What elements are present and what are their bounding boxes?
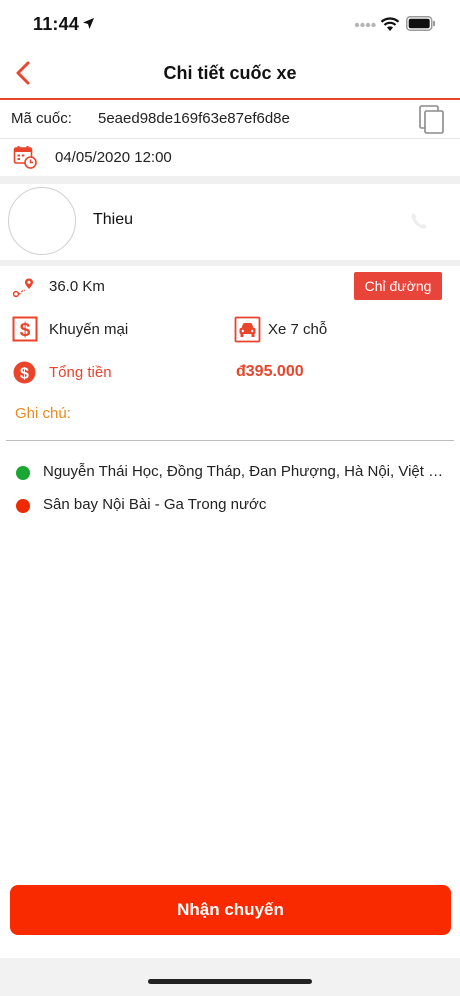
- car-icon: [234, 316, 261, 343]
- location-arrow-icon: [83, 18, 94, 29]
- ride-code-row: Mã cuốc: 5eaed98de169f63e87ef6d8e: [0, 104, 460, 138]
- battery-icon: [406, 16, 435, 31]
- row-divider: [0, 138, 460, 139]
- status-time: 11:44: [33, 14, 80, 34]
- calendar-clock-icon: [13, 146, 37, 169]
- accept-ride-button[interactable]: Nhận chuyến: [10, 885, 451, 935]
- pickup-address-row: Nguyễn Thái Học, Đồng Tháp, Đan Phượng, …: [0, 458, 460, 486]
- coin-icon: $: [13, 361, 36, 384]
- customer-name: Thieu: [93, 211, 134, 228]
- wifi-icon: [380, 17, 400, 31]
- vehicle-type: Xe 7 chỗ: [268, 321, 328, 338]
- signal-dots-icon: [354, 22, 376, 28]
- page-title: Chi tiết cuốc xe: [163, 63, 297, 83]
- status-bar: 11:44: [0, 0, 460, 48]
- section-divider: [6, 440, 454, 441]
- section-gap: [0, 176, 460, 184]
- section-gap: [0, 260, 460, 266]
- total-label: Tổng tiền: [49, 364, 112, 381]
- customer-row: Thieu: [0, 184, 460, 258]
- header-divider: [0, 98, 460, 100]
- pickup-dot-icon: [16, 466, 30, 480]
- promo-vehicle-row: $ Khuyến mại Xe 7 chỗ: [0, 314, 460, 346]
- route-pin-icon: [12, 278, 33, 298]
- pickup-address: Nguyễn Thái Học, Đồng Tháp, Đan Phượng, …: [43, 463, 451, 480]
- total-row: $ Tổng tiền đ395.000: [0, 358, 460, 388]
- ride-datetime: 04/05/2020 12:00: [55, 149, 172, 166]
- ride-code-label: Mã cuốc:: [11, 110, 72, 127]
- header: Chi tiết cuốc xe: [0, 48, 460, 100]
- directions-button[interactable]: Chỉ đường: [354, 272, 442, 300]
- dropoff-dot-icon: [16, 499, 30, 513]
- distance-row: 36.0 Km Chỉ đường: [0, 270, 460, 304]
- phone-icon[interactable]: [408, 210, 430, 232]
- bottom-safe-area: [0, 958, 460, 996]
- promotion-label: Khuyến mại: [49, 321, 129, 338]
- note-label: Ghi chú:: [15, 405, 71, 422]
- copy-icon[interactable]: [416, 104, 448, 136]
- ride-code-value: 5eaed98de169f63e87ef6d8e: [98, 110, 290, 127]
- dropoff-address: Sân bay Nội Bài - Ga Trong nước: [43, 496, 267, 513]
- dropoff-address-row: Sân bay Nội Bài - Ga Trong nước: [0, 491, 460, 519]
- ride-datetime-row: 04/05/2020 12:00: [0, 142, 460, 174]
- home-indicator[interactable]: [148, 979, 312, 984]
- distance-value: 36.0 Km: [49, 278, 105, 295]
- svg-text:$: $: [20, 320, 31, 341]
- svg-text:$: $: [20, 365, 29, 382]
- dollar-box-icon: $: [12, 316, 38, 342]
- total-value: đ395.000: [236, 363, 304, 380]
- avatar: [8, 187, 76, 255]
